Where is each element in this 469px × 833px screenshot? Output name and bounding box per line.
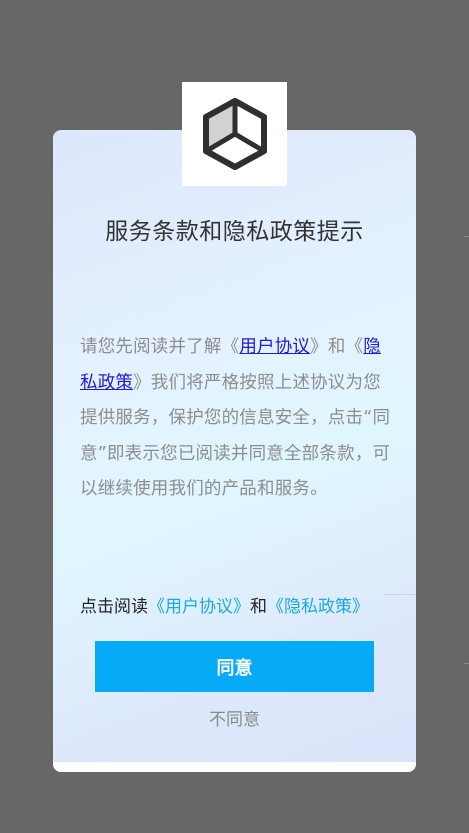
dialog-body-text: 请您先阅读并了解《用户协议》和《隐私政策》我们将严格按照上述协议为您提供服务，保…	[80, 330, 392, 508]
dialog-bottom-strip	[53, 762, 416, 772]
agree-button[interactable]: 同意	[95, 641, 374, 692]
user-agreement-link[interactable]: 用户协议	[239, 337, 310, 357]
consent-privacy-policy-link[interactable]: 《隐私政策》	[267, 597, 369, 617]
dialog-title: 服务条款和隐私政策提示	[105, 219, 364, 245]
body-prefix: 请您先阅读并了解《	[80, 337, 240, 357]
disagree-button[interactable]: 不同意	[53, 705, 416, 730]
background-edge-line	[464, 663, 469, 664]
consent-line: 点击阅读《用户协议》和《隐私政策》	[80, 595, 369, 619]
consent-and: 和	[250, 597, 267, 617]
divider	[384, 594, 416, 595]
cube-icon	[202, 98, 267, 170]
background-edge-line	[464, 236, 469, 237]
consent-user-agreement-link[interactable]: 《用户协议》	[148, 597, 250, 617]
consent-prefix: 点击阅读	[80, 597, 148, 617]
app-logo	[182, 82, 287, 186]
body-middle: 》和《	[310, 337, 364, 357]
